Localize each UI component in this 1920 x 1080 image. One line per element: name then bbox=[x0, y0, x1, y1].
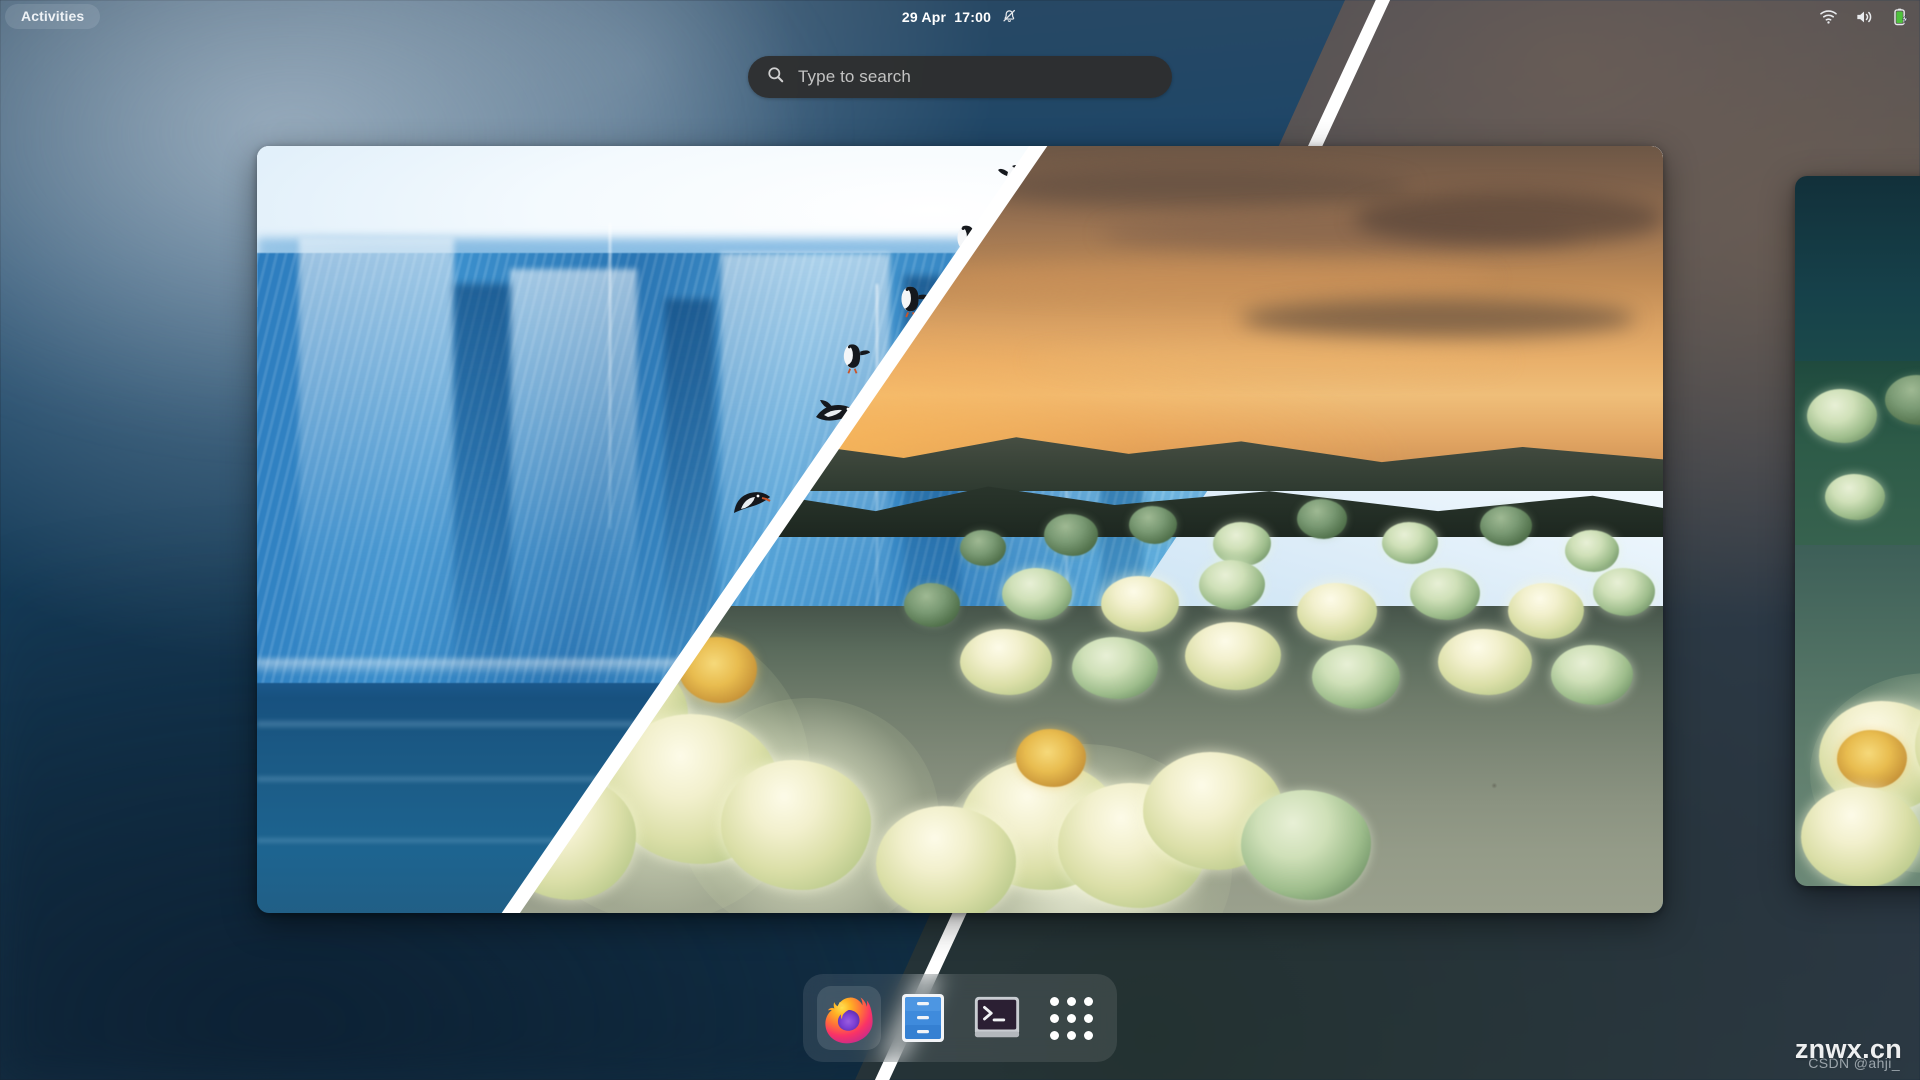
desktop-screen: Activities 29 Apr 17:00 bbox=[0, 0, 1920, 1080]
files-cabinet-icon bbox=[899, 992, 947, 1044]
terminal-icon bbox=[972, 993, 1022, 1043]
dock-item-files[interactable] bbox=[891, 986, 955, 1050]
search-placeholder: Type to search bbox=[798, 67, 911, 87]
wifi-icon bbox=[1819, 7, 1838, 26]
search-input[interactable]: Type to search bbox=[748, 56, 1172, 98]
dusk-sky bbox=[1795, 176, 1920, 389]
clock-menu-button[interactable]: 29 Apr 17:00 bbox=[892, 4, 1028, 30]
thumbnail-content bbox=[1795, 176, 1920, 886]
system-tray[interactable] bbox=[1819, 0, 1910, 33]
window-thumbnail-penguins-cactus[interactable] bbox=[257, 146, 1663, 913]
thumbnail-content bbox=[257, 146, 1663, 913]
dock-item-firefox[interactable] bbox=[817, 986, 881, 1050]
search-icon bbox=[766, 65, 785, 89]
battery-charging-icon bbox=[1890, 7, 1910, 27]
dash-dock bbox=[803, 974, 1117, 1062]
bell-muted-icon bbox=[1001, 7, 1018, 27]
volume-icon bbox=[1854, 7, 1874, 27]
firefox-icon bbox=[822, 991, 876, 1045]
app-grid-icon bbox=[1050, 997, 1093, 1040]
top-bar: Activities 29 Apr 17:00 bbox=[0, 0, 1920, 33]
activities-button[interactable]: Activities bbox=[5, 4, 100, 29]
thumbnail-split-line bbox=[257, 146, 1663, 913]
clock-label: 29 Apr 17:00 bbox=[902, 9, 991, 25]
dock-item-show-apps[interactable] bbox=[1039, 986, 1103, 1050]
dock-item-terminal[interactable] bbox=[965, 986, 1029, 1050]
window-thumbnail-cactus[interactable] bbox=[1795, 176, 1920, 886]
